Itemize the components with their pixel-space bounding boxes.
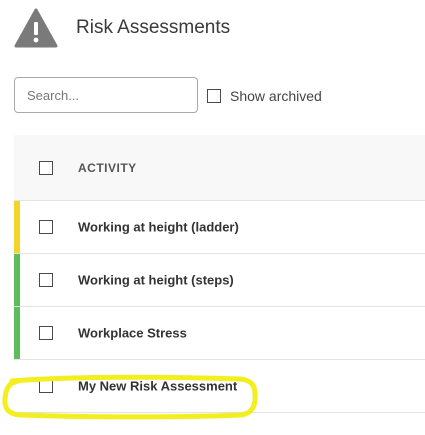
search-input[interactable] xyxy=(14,77,198,113)
table-row[interactable]: Working at height (ladder) xyxy=(14,201,425,254)
status-stripe xyxy=(14,201,20,253)
select-all-checkbox[interactable] xyxy=(39,160,53,175)
activity-name[interactable]: Working at height (ladder) xyxy=(78,220,239,235)
show-archived-label: Show archived xyxy=(230,87,322,104)
page-header: Risk Assessments xyxy=(0,0,425,60)
activity-name[interactable]: Workplace Stress xyxy=(78,326,187,341)
table-row[interactable]: My New Risk Assessment xyxy=(14,360,425,413)
risk-assessment-table: ACTIVITY Working at height (ladder) Work… xyxy=(14,135,425,420)
status-stripe xyxy=(14,254,20,306)
row-checkbox[interactable] xyxy=(39,220,53,234)
warning-triangle-icon xyxy=(14,8,58,48)
activity-name[interactable]: My New Risk Assessment xyxy=(78,379,237,394)
table-row[interactable]: Workplace Stress xyxy=(14,307,425,360)
column-header-activity[interactable]: ACTIVITY xyxy=(78,161,137,175)
page-title: Risk Assessments xyxy=(76,17,231,38)
row-checkbox[interactable] xyxy=(39,273,53,287)
row-checkbox[interactable] xyxy=(39,326,53,340)
show-archived-checkbox[interactable] xyxy=(207,88,221,103)
activity-name[interactable]: Working at height (steps) xyxy=(78,273,234,288)
table-header-row: ACTIVITY xyxy=(14,135,425,201)
table-row[interactable]: Working at height (steps) xyxy=(14,254,425,307)
row-checkbox[interactable] xyxy=(39,379,53,393)
show-archived-toggle[interactable]: Show archived xyxy=(207,87,322,104)
status-stripe xyxy=(14,307,20,359)
